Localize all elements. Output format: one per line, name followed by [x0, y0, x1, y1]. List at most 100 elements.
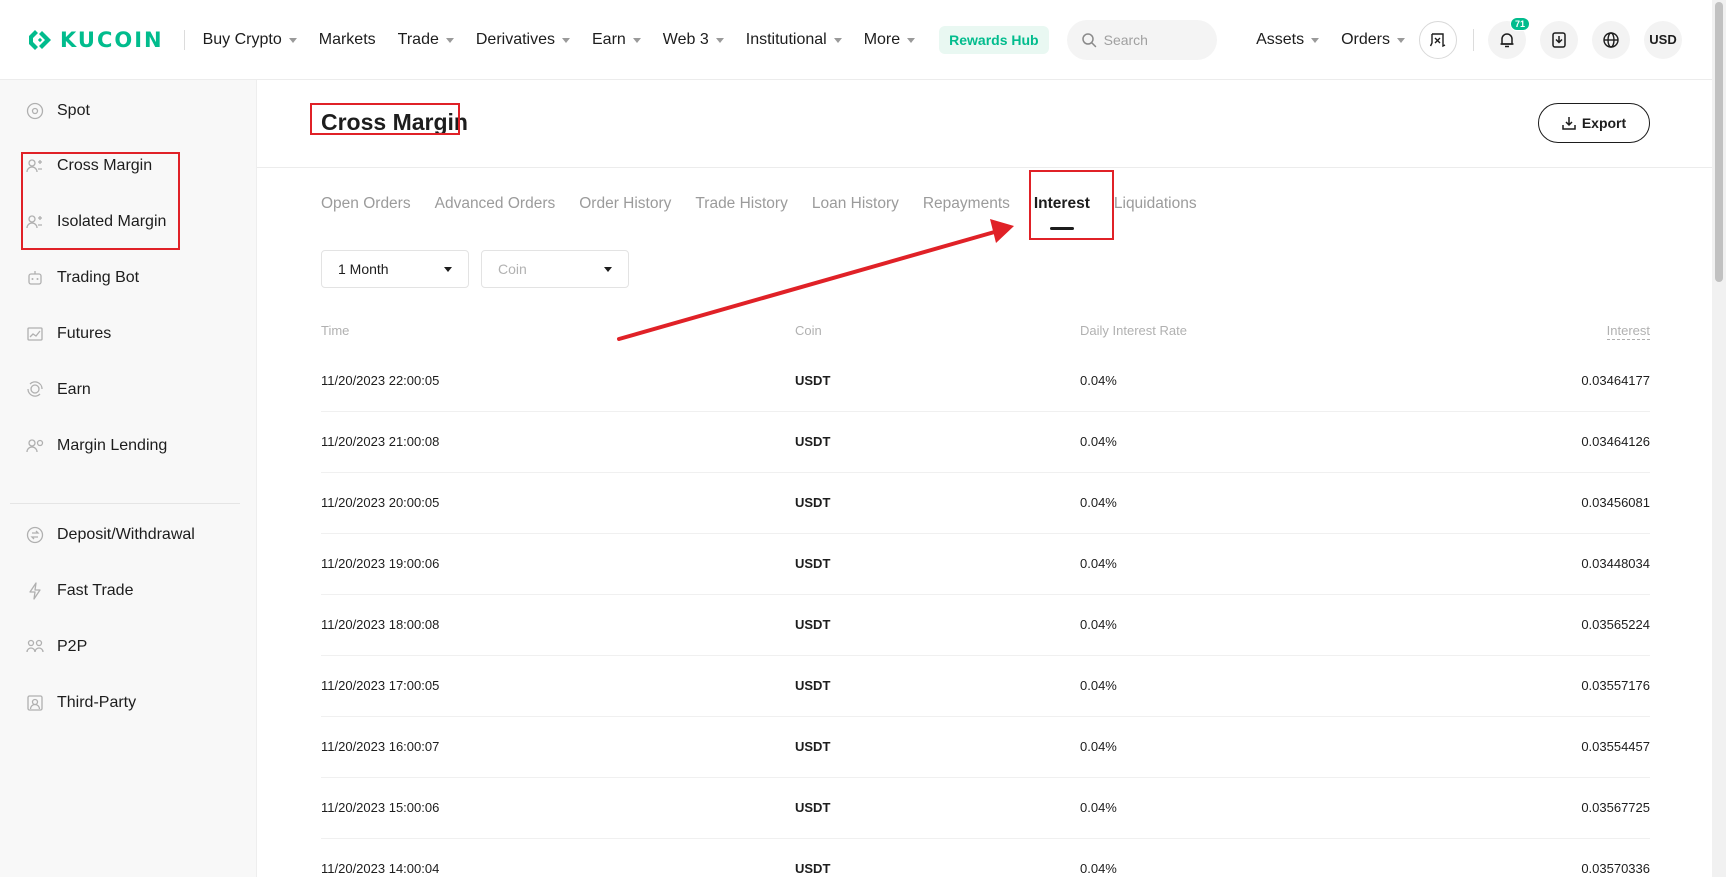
- main-content: Cross Margin Export Open Orders Advanced…: [257, 80, 1712, 877]
- nav-earn[interactable]: Earn: [592, 31, 641, 49]
- sidebar: Spot Cross Margin Isolated Margin Tradin…: [0, 80, 257, 877]
- export-icon: [1562, 117, 1576, 130]
- nav-buy-crypto[interactable]: Buy Crypto: [203, 31, 297, 49]
- table-row: 11/20/2023 19:00:06 USDT 0.04% 0.03448034: [321, 534, 1650, 595]
- cell-coin: USDT: [795, 373, 831, 388]
- sidebar-item-label: Third-Party: [57, 694, 137, 711]
- kucoin-logo-icon: [29, 29, 51, 50]
- column-header-time: Time: [321, 323, 350, 338]
- rewards-hub-button[interactable]: Rewards Hub: [939, 25, 1049, 54]
- cell-rate: 0.04%: [1080, 495, 1117, 510]
- tab-order-history[interactable]: Order History: [579, 195, 671, 225]
- cell-time: 11/20/2023 14:00:04: [321, 861, 440, 876]
- cell-coin: USDT: [795, 678, 831, 693]
- cell-coin: USDT: [795, 739, 831, 754]
- bell-icon: [1500, 32, 1514, 47]
- sidebar-item-deposit-withdrawal[interactable]: Deposit/Withdrawal: [26, 526, 195, 544]
- nav-institutional[interactable]: Institutional: [746, 31, 842, 49]
- nav-divider: [1473, 28, 1474, 51]
- cell-time: 11/20/2023 17:00:05: [321, 678, 440, 693]
- cell-interest: 0.03557176: [1581, 678, 1650, 693]
- tab-repayments[interactable]: Repayments: [923, 195, 1010, 225]
- tab-liquidations[interactable]: Liquidations: [1114, 195, 1197, 225]
- tab-trade-history[interactable]: Trade History: [695, 195, 787, 225]
- sidebar-item-p2p[interactable]: P2P: [26, 638, 87, 656]
- tab-loan-history[interactable]: Loan History: [812, 195, 899, 225]
- wind-icon: [1429, 32, 1446, 47]
- spot-icon: [26, 102, 44, 120]
- notifications-button[interactable]: 71: [1488, 16, 1530, 59]
- column-header-coin: Coin: [795, 323, 822, 338]
- period-select[interactable]: 1 Month: [321, 250, 469, 288]
- cell-rate: 0.04%: [1080, 434, 1117, 449]
- download-icon: [1552, 31, 1566, 48]
- download-app-button[interactable]: [1540, 20, 1578, 59]
- table-row: 11/20/2023 15:00:06 USDT 0.04% 0.03567725: [321, 778, 1650, 839]
- cell-time: 11/20/2023 19:00:06: [321, 556, 440, 571]
- nav-web3[interactable]: Web 3: [663, 31, 724, 49]
- sidebar-item-margin-lending[interactable]: Margin Lending: [26, 437, 167, 455]
- tab-advanced-orders[interactable]: Advanced Orders: [435, 195, 556, 225]
- nav-markets[interactable]: Markets: [319, 31, 376, 49]
- chevron-down-icon: [288, 38, 297, 43]
- search-icon: [1081, 32, 1096, 47]
- sidebar-item-earn[interactable]: Earn: [26, 381, 91, 399]
- nav-assets[interactable]: Assets: [1256, 31, 1320, 49]
- tab-open-orders[interactable]: Open Orders: [321, 195, 411, 225]
- annotation-box-title: [310, 103, 460, 135]
- sidebar-item-label: Margin Lending: [57, 437, 168, 454]
- deposit-icon: [26, 526, 44, 544]
- sidebar-item-spot[interactable]: Spot: [26, 102, 90, 120]
- lending-icon: [26, 439, 44, 453]
- export-button[interactable]: Export: [1538, 103, 1650, 143]
- currency-button[interactable]: USD: [1644, 20, 1682, 59]
- nav-more[interactable]: More: [864, 31, 916, 49]
- sidebar-item-label: Spot: [57, 102, 90, 119]
- table-row: 11/20/2023 17:00:05 USDT 0.04% 0.03557176: [321, 656, 1650, 717]
- sidebar-item-third-party[interactable]: Third-Party: [26, 694, 136, 712]
- scrollbar[interactable]: [1712, 0, 1726, 877]
- dropdown-arrow-icon: [604, 266, 612, 272]
- sidebar-item-label: Futures: [57, 325, 112, 342]
- nav-label: Orders: [1341, 30, 1390, 48]
- cell-interest: 0.03464126: [1581, 434, 1650, 449]
- search-input[interactable]: Search: [1066, 19, 1217, 60]
- notification-badge: 71: [1509, 16, 1530, 31]
- cell-rate: 0.04%: [1080, 739, 1117, 754]
- nav-derivatives[interactable]: Derivatives: [476, 31, 570, 49]
- cell-interest: 0.03565224: [1581, 617, 1650, 632]
- export-label: Export: [1581, 115, 1627, 131]
- cell-time: 11/20/2023 20:00:05: [321, 495, 440, 510]
- nav-trade[interactable]: Trade: [398, 31, 454, 49]
- futures-icon: [27, 327, 43, 341]
- simplified-mode-button[interactable]: [1419, 20, 1457, 59]
- sidebar-item-fast-trade[interactable]: Fast Trade: [26, 582, 133, 600]
- nav-orders[interactable]: Orders: [1341, 31, 1405, 49]
- cell-rate: 0.04%: [1080, 373, 1117, 388]
- third-party-icon: [27, 695, 43, 711]
- coin-select[interactable]: Coin: [481, 250, 629, 288]
- scrollbar-thumb[interactable]: [1715, 2, 1723, 282]
- chevron-down-icon: [632, 38, 641, 43]
- nav-label: Trade: [397, 30, 439, 48]
- dropdown-arrow-icon: [444, 266, 452, 272]
- earn-icon: [27, 381, 43, 397]
- nav-label: Institutional: [745, 30, 827, 48]
- sidebar-divider: [10, 503, 240, 504]
- globe-icon: [1603, 31, 1619, 48]
- nav-divider: [183, 29, 185, 50]
- language-button[interactable]: [1592, 20, 1630, 59]
- column-header-interest[interactable]: Interest: [1606, 323, 1650, 340]
- cell-time: 11/20/2023 18:00:08: [321, 617, 440, 632]
- sidebar-item-trading-bot[interactable]: Trading Bot: [26, 269, 139, 287]
- nav-label: Earn: [592, 30, 626, 48]
- sidebar-item-futures[interactable]: Futures: [26, 325, 111, 343]
- cell-interest: 0.03464177: [1581, 373, 1650, 388]
- chevron-down-icon: [907, 38, 916, 43]
- cell-interest: 0.03456081: [1581, 495, 1650, 510]
- cell-time: 11/20/2023 15:00:06: [321, 800, 440, 815]
- kucoin-logo[interactable]: KUCOIN: [26, 0, 164, 80]
- cell-time: 11/20/2023 21:00:08: [321, 434, 440, 449]
- p2p-icon: [26, 639, 44, 653]
- cell-coin: USDT: [795, 800, 831, 815]
